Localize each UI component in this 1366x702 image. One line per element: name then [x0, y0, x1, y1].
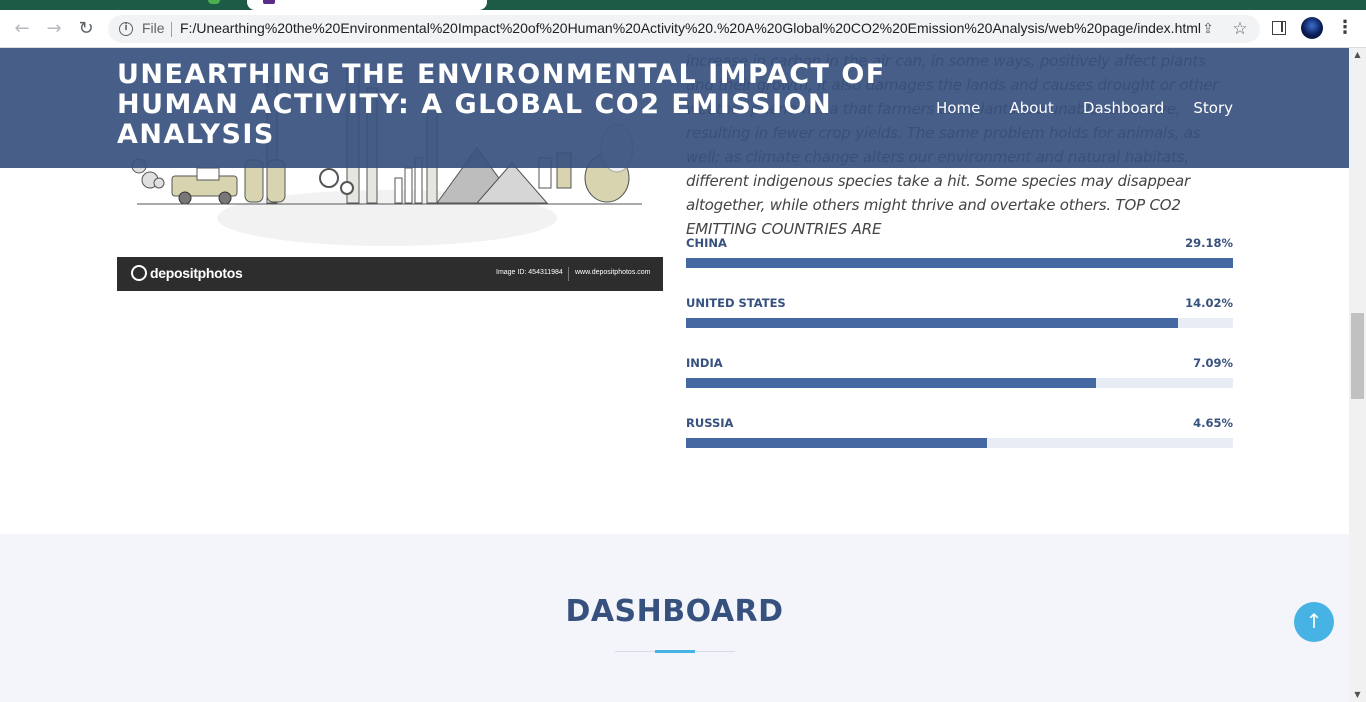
progress-track — [686, 438, 1233, 448]
site-title[interactable]: UNEARTHING THE ENVIRONMENTAL IMPACT OF H… — [117, 60, 917, 150]
co2-countries-list: CHINA 29.18% UNITED STATES 14.02% INDIA … — [686, 236, 1233, 476]
title-accent — [655, 650, 695, 653]
watermark-divider — [568, 267, 569, 281]
back-to-top-button[interactable]: ↑ — [1294, 602, 1334, 642]
country-progress: INDIA 7.09% — [686, 356, 1233, 416]
country-progress: CHINA 29.18% — [686, 236, 1233, 296]
url-divider — [171, 22, 172, 37]
nav-story[interactable]: Story — [1193, 99, 1233, 117]
country-name: CHINA — [686, 236, 727, 250]
file-label: File — [142, 20, 165, 36]
scroll-down-arrow-icon[interactable]: ▼ — [1349, 688, 1366, 702]
address-bar[interactable]: i File F:/Unearthing%20the%20Environment… — [108, 15, 1260, 43]
progress-track — [686, 258, 1233, 268]
country-value: 7.09% — [1193, 356, 1233, 370]
nav-about[interactable]: About — [1009, 99, 1053, 117]
image-watermark-bar: depositphotos Image ID: 454311984 www.de… — [117, 257, 663, 291]
tab-favicon-icon — [263, 0, 275, 4]
reload-icon[interactable]: ↻ — [74, 17, 98, 41]
kebab-menu-icon[interactable]: ⋮ — [1336, 17, 1354, 39]
avatar[interactable] — [1301, 17, 1323, 39]
site-header: UNEARTHING THE ENVIRONMENTAL IMPACT OF H… — [0, 48, 1349, 168]
watermark-brand: depositphotos — [150, 265, 243, 281]
watermark-image-id: Image ID: 454311984 — [496, 269, 563, 276]
camera-icon — [131, 265, 147, 281]
star-icon[interactable]: ☆ — [1230, 19, 1250, 39]
browser-toolbar: ← → ↻ i File F:/Unearthing%20the%20Envir… — [0, 10, 1366, 48]
section-title: DASHBOARD — [565, 594, 784, 629]
watermark-site: www.depositphotos.com — [575, 269, 651, 276]
country-name: RUSSIA — [686, 416, 734, 430]
scroll-thumb[interactable] — [1351, 313, 1364, 399]
country-value: 4.65% — [1193, 416, 1233, 430]
country-value: 14.02% — [1185, 296, 1233, 310]
nav-dashboard[interactable]: Dashboard — [1083, 99, 1164, 117]
depositphotos-logo: depositphotos — [131, 265, 243, 281]
page-scrollbar[interactable]: ▲ ▼ — [1349, 48, 1366, 702]
nav-home[interactable]: Home — [936, 99, 980, 117]
url-text[interactable]: F:/Unearthing%20the%20Environmental%20Im… — [180, 20, 1201, 36]
country-name: UNITED STATES — [686, 296, 786, 310]
tab-favicon-icon — [208, 0, 220, 4]
tab-inactive[interactable] — [0, 0, 238, 10]
dashboard-section: DASHBOARD — [0, 534, 1349, 702]
share-icon[interactable]: ⇪ — [1198, 19, 1218, 39]
country-progress: RUSSIA 4.65% — [686, 416, 1233, 476]
progress-track — [686, 318, 1233, 328]
progress-track — [686, 378, 1233, 388]
progress-fill — [686, 378, 1097, 388]
info-icon[interactable]: i — [119, 22, 133, 36]
progress-fill — [686, 258, 1233, 268]
progress-fill — [686, 438, 987, 448]
forward-arrow-icon[interactable]: → — [42, 17, 66, 41]
country-progress: UNITED STATES 14.02% — [686, 296, 1233, 356]
progress-fill — [686, 318, 1179, 328]
scroll-up-arrow-icon[interactable]: ▲ — [1349, 48, 1366, 62]
main-nav: Home About Dashboard Story — [912, 98, 1233, 117]
country-name: INDIA — [686, 356, 723, 370]
side-panel-icon[interactable] — [1272, 21, 1286, 35]
tab-strip — [0, 0, 1366, 10]
arrow-up-icon: ↑ — [1305, 609, 1323, 633]
tab-active[interactable] — [247, 0, 487, 10]
back-arrow-icon[interactable]: ← — [10, 17, 34, 41]
country-value: 29.18% — [1185, 236, 1233, 250]
page-viewport: depositphotos Image ID: 454311984 www.de… — [0, 48, 1349, 702]
